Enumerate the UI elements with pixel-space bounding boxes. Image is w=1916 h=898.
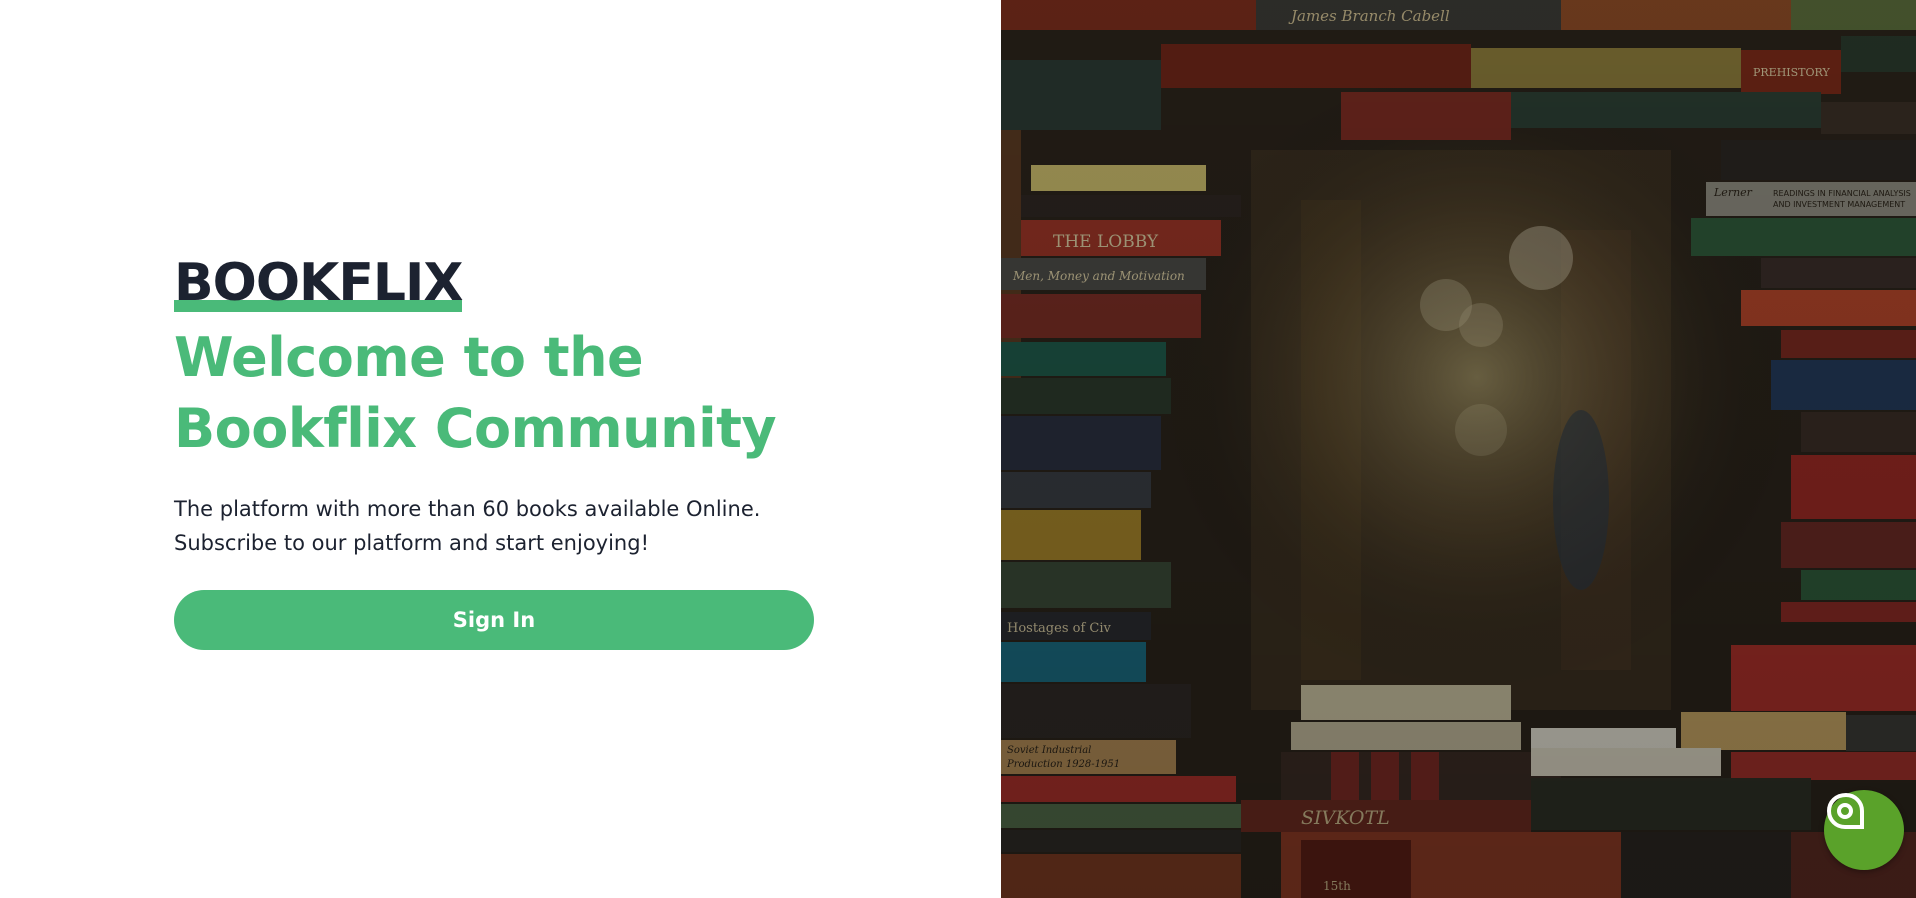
- chat-bubble-icon: [1826, 792, 1864, 829]
- hero-content: BOOKFLIX Welcome to the Bookflix Communi…: [174, 252, 814, 650]
- description-line-1: The platform with more than 60 books ava…: [174, 497, 761, 521]
- page-title: Welcome to the Bookflix Community: [174, 322, 814, 464]
- headline-line-2: Bookflix Community: [174, 397, 777, 460]
- hero-panel: BOOKFLIX Welcome to the Bookflix Communi…: [0, 0, 1001, 898]
- sign-in-button[interactable]: Sign In: [174, 590, 814, 650]
- headline-line-1: Welcome to the: [174, 326, 644, 389]
- hero-image: James Branch Cabell PREHISTORY THE L: [1001, 0, 1916, 898]
- landing-page: BOOKFLIX Welcome to the Bookflix Communi…: [0, 0, 1916, 898]
- hero-description: The platform with more than 60 books ava…: [174, 492, 814, 560]
- brand-logo: BOOKFLIX: [174, 252, 463, 314]
- brand-text: BOOKFLIX: [174, 253, 463, 313]
- description-line-2: Subscribe to our platform and start enjo…: [174, 531, 649, 555]
- chat-button[interactable]: [1824, 790, 1904, 870]
- book-stack-illustration: James Branch Cabell PREHISTORY THE L: [1001, 0, 1916, 898]
